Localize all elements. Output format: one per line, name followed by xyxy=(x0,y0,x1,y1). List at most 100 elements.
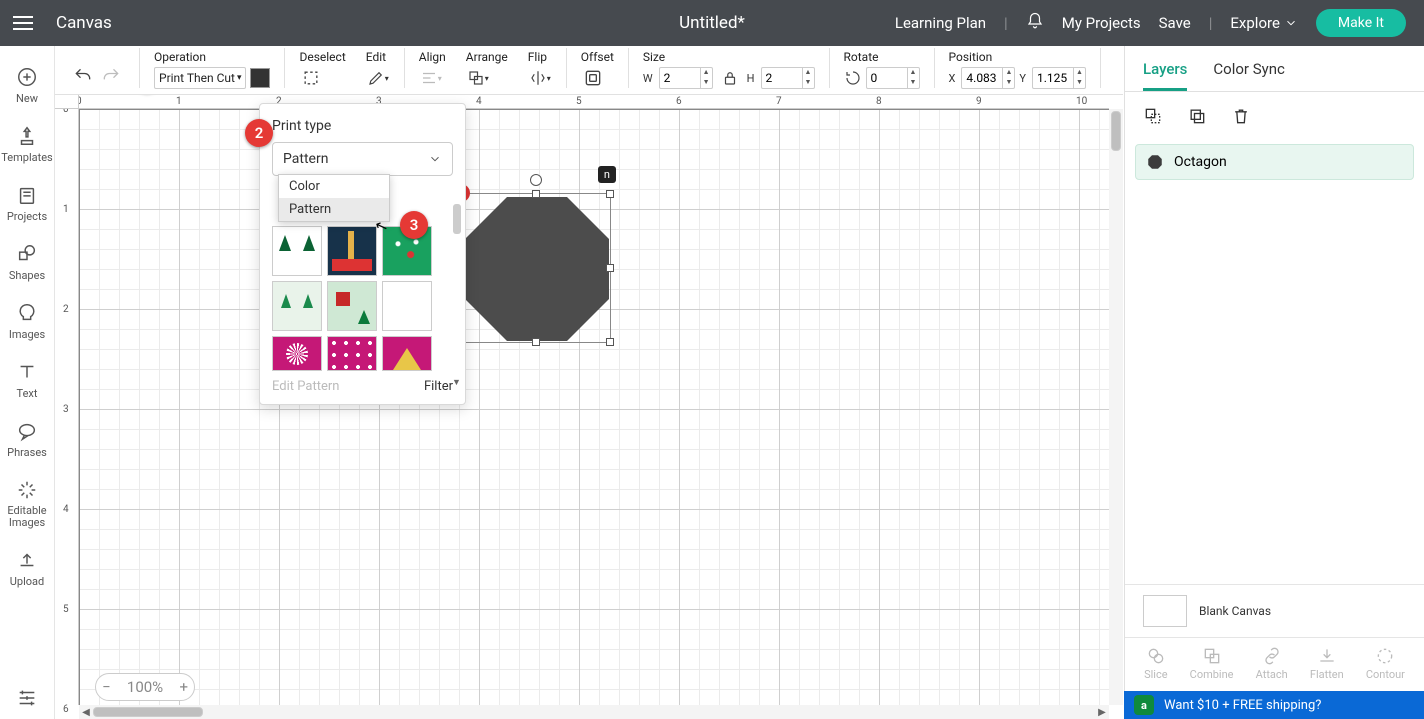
projects-tool[interactable]: Projects xyxy=(0,174,54,233)
save-button[interactable]: Save xyxy=(1159,14,1191,32)
divider xyxy=(1100,48,1101,88)
pattern-swatch[interactable] xyxy=(272,336,322,371)
promo-bar[interactable]: a Want $10 + FREE shipping? xyxy=(1124,691,1424,719)
phrases-label: Phrases xyxy=(7,446,47,459)
my-projects-link[interactable]: My Projects xyxy=(1062,14,1141,32)
new-tool[interactable]: New xyxy=(0,56,54,115)
height-input[interactable]: ▲▼ xyxy=(761,67,815,89)
right-panel: Layers Color Sync Octagon Blank Canvas S… xyxy=(1124,46,1424,691)
explore-dropdown[interactable]: Explore xyxy=(1230,14,1298,32)
filter-button[interactable]: Filter xyxy=(424,379,453,394)
resize-handle[interactable] xyxy=(606,338,614,346)
settings-tool[interactable] xyxy=(0,677,54,719)
new-label: New xyxy=(16,92,38,105)
bottom-action-bar: Slice Combine Attach Flatten Contour xyxy=(1125,637,1424,691)
pos-y-input[interactable]: ▲▼ xyxy=(1032,67,1086,89)
duplicate-button[interactable] xyxy=(1187,106,1207,130)
layer-name: Octagon xyxy=(1174,154,1227,170)
canvas-area: 01234567891011 01234567 ✕ n xyxy=(55,95,1123,719)
canvas-grid[interactable]: ✕ n xyxy=(79,109,1109,705)
blank-canvas-row[interactable]: Blank Canvas xyxy=(1125,584,1424,637)
print-type-select[interactable]: Pattern xyxy=(272,142,453,176)
layer-item[interactable]: Octagon xyxy=(1135,144,1414,180)
pattern-swatch[interactable] xyxy=(382,281,432,331)
projects-label: Projects xyxy=(7,210,47,223)
y-label: Y xyxy=(1019,72,1026,85)
text-tool[interactable]: Text xyxy=(0,351,54,410)
octagon-shape[interactable] xyxy=(462,194,612,344)
rotate-field[interactable] xyxy=(867,71,907,85)
learning-plan-link[interactable]: Learning Plan xyxy=(895,14,986,32)
arrange-dropdown[interactable]: ▾ xyxy=(466,66,490,90)
operation-value: Print Then Cut xyxy=(159,71,235,85)
width-input[interactable]: ▲▼ xyxy=(659,67,713,89)
chevron-down-icon xyxy=(428,152,442,166)
notifications-button[interactable] xyxy=(1026,12,1044,34)
horizontal-scrollbar[interactable]: ◀ ▶ xyxy=(79,705,1109,719)
separator: | xyxy=(1209,14,1213,32)
document-title[interactable]: Untitled* xyxy=(679,13,745,33)
fill-swatch-button[interactable] xyxy=(250,68,270,88)
pos-x-stepper[interactable]: ▲▼ xyxy=(1002,68,1014,88)
resize-handle[interactable] xyxy=(606,264,614,272)
editable-images-tool[interactable]: Editable Images xyxy=(0,469,54,539)
undo-button[interactable] xyxy=(69,62,97,90)
width-stepper[interactable]: ▲▼ xyxy=(700,68,712,88)
height-stepper[interactable]: ▲▼ xyxy=(802,68,814,88)
templates-tool[interactable]: Templates xyxy=(0,115,54,174)
operation-select[interactable]: Print Then Cut▾ xyxy=(154,67,246,89)
tab-color-sync[interactable]: Color Sync xyxy=(1213,60,1284,91)
upload-tool[interactable]: Upload xyxy=(0,539,54,598)
zoom-out-button[interactable]: − xyxy=(102,678,111,696)
width-field[interactable] xyxy=(660,71,700,85)
promo-text: Want $10 + FREE shipping? xyxy=(1164,698,1321,713)
images-tool[interactable]: Images xyxy=(0,292,54,351)
shapes-tool[interactable]: Shapes xyxy=(0,233,54,292)
delete-button[interactable] xyxy=(1231,106,1251,130)
pos-y-field[interactable] xyxy=(1033,71,1073,85)
vertical-scrollbar[interactable] xyxy=(1109,109,1123,705)
print-type-value: Pattern xyxy=(283,151,328,167)
lock-icon[interactable] xyxy=(721,69,739,87)
height-field[interactable] xyxy=(762,71,802,85)
attach-button: Attach xyxy=(1256,646,1288,681)
rotate-stepper[interactable]: ▲▼ xyxy=(907,68,919,88)
selection-box[interactable]: ✕ n xyxy=(461,193,611,343)
pattern-swatch[interactable] xyxy=(327,336,377,371)
chevron-down-icon: ▾ xyxy=(237,73,242,83)
pattern-swatch[interactable] xyxy=(382,336,432,371)
resize-handle[interactable] xyxy=(532,338,540,346)
pattern-swatch[interactable] xyxy=(272,281,322,331)
edit-dropdown[interactable]: ▾ xyxy=(366,66,390,90)
popover-scrollbar[interactable]: ▼ xyxy=(453,204,461,384)
pattern-swatch[interactable] xyxy=(327,226,377,276)
zoom-control[interactable]: − 100% + xyxy=(95,673,195,701)
resize-handle[interactable] xyxy=(606,190,614,198)
pos-y-stepper[interactable]: ▲▼ xyxy=(1073,68,1085,88)
rotate-input[interactable]: ▲▼ xyxy=(866,67,920,89)
phrases-tool[interactable]: Phrases xyxy=(0,410,54,469)
pos-x-field[interactable] xyxy=(962,71,1002,85)
align-label: Align xyxy=(419,50,446,64)
flip-dropdown[interactable]: ▾ xyxy=(528,66,552,90)
option-pattern[interactable]: Pattern xyxy=(279,198,389,221)
deselect-button[interactable] xyxy=(299,66,323,90)
group-button[interactable] xyxy=(1143,106,1163,130)
option-color[interactable]: Color xyxy=(279,175,389,198)
resize-handle[interactable] xyxy=(532,190,540,198)
scroll-right-arrow[interactable]: ▶ xyxy=(1095,707,1109,718)
pattern-swatch[interactable] xyxy=(272,226,322,276)
text-label: Text xyxy=(17,387,38,400)
pos-x-input[interactable]: ▲▼ xyxy=(961,67,1015,89)
rotate-handle[interactable] xyxy=(530,174,542,186)
tab-layers[interactable]: Layers xyxy=(1143,60,1187,91)
zoom-in-button[interactable]: + xyxy=(179,678,188,696)
scroll-left-arrow[interactable]: ◀ xyxy=(79,707,93,718)
redo-button[interactable] xyxy=(97,62,125,90)
menu-button[interactable] xyxy=(0,16,46,30)
align-dropdown: ▾ xyxy=(419,66,443,90)
offset-button[interactable] xyxy=(581,66,605,90)
pattern-swatch[interactable] xyxy=(327,281,377,331)
slice-button: Slice xyxy=(1144,646,1167,681)
make-it-button[interactable]: Make It xyxy=(1316,9,1406,37)
